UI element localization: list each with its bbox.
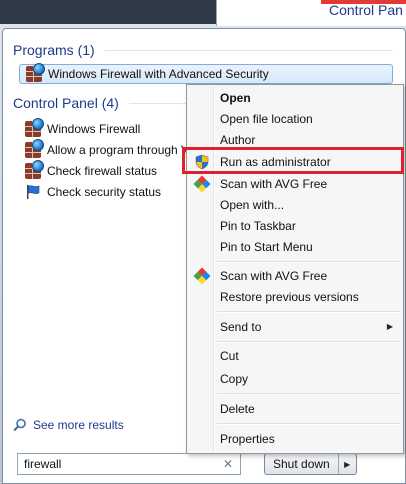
programs-header-divider (104, 49, 393, 51)
menu-separator (217, 311, 401, 312)
menu-item-open-with[interactable]: Open with... (189, 194, 401, 215)
context-menu: Open Open file location Author Run as ad… (186, 84, 404, 454)
firewall-icon (25, 118, 44, 137)
shutdown-control: Shut down ▶ (264, 453, 357, 475)
see-more-results-link[interactable]: See more results (13, 418, 124, 432)
menu-separator (217, 393, 401, 394)
menu-item-label: Pin to Start Menu (220, 239, 313, 254)
menu-item-scan-avg-2[interactable]: Scan with AVG Free (189, 265, 401, 286)
menu-item-label: Restore previous versions (220, 289, 359, 304)
submenu-arrow-icon: ▶ (386, 322, 393, 331)
control-panel-header-label[interactable]: Control Panel (4) (13, 95, 119, 111)
search-input[interactable] (24, 457, 222, 471)
menu-item-label: Properties (220, 431, 275, 446)
menu-item-copy[interactable]: Copy (189, 368, 401, 389)
menu-separator (217, 423, 401, 424)
flag-icon (25, 184, 41, 200)
desktop-background (0, 0, 216, 24)
menu-item-label: Open file location (220, 111, 313, 126)
firewall-icon (25, 139, 44, 158)
background-window-title: Control Pan (329, 2, 403, 18)
result-label: Windows Firewall with Advanced Security (48, 67, 269, 81)
result-label: Check security status (47, 185, 162, 199)
menu-item-send-to[interactable]: Send to ▶ (189, 316, 401, 337)
menu-item-label: Open (220, 90, 251, 105)
menu-item-restore-previous-versions[interactable]: Restore previous versions (189, 286, 401, 307)
see-more-results-label: See more results (33, 418, 124, 432)
menu-item-properties[interactable]: Properties (189, 428, 401, 449)
programs-header: Programs (1) (13, 42, 393, 58)
search-box[interactable]: ✕ (17, 453, 241, 475)
menu-item-delete[interactable]: Delete (189, 398, 401, 419)
menu-item-label: Open with... (220, 197, 285, 212)
shutdown-options-arrow-icon[interactable]: ▶ (337, 454, 356, 474)
menu-item-scan-avg[interactable]: Scan with AVG Free (189, 173, 401, 194)
menu-item-label: Author (220, 132, 256, 147)
avg-icon (193, 267, 211, 285)
menu-separator (217, 341, 401, 342)
menu-item-label: Pin to Taskbar (220, 218, 296, 233)
programs-header-label[interactable]: Programs (1) (13, 42, 95, 58)
menu-item-label: Copy (220, 371, 249, 386)
run-as-administrator-highlight (182, 147, 404, 174)
result-label: Check firewall status (47, 164, 158, 178)
menu-item-pin-to-start-menu[interactable]: Pin to Start Menu (189, 236, 401, 257)
menu-item-label: Delete (220, 401, 255, 416)
avg-icon (193, 175, 211, 193)
firewall-icon (25, 160, 44, 179)
menu-item-open[interactable]: Open (189, 87, 401, 108)
shutdown-button[interactable]: Shut down (265, 454, 338, 474)
firewall-icon (26, 63, 45, 82)
menu-separator (217, 261, 401, 262)
menu-item-label: Cut (220, 348, 239, 363)
result-label: Windows Firewall (47, 122, 141, 136)
menu-item-label: Scan with AVG Free (220, 176, 328, 191)
menu-item-label: Scan with AVG Free (220, 268, 328, 283)
program-result-firewall-advanced[interactable]: Windows Firewall with Advanced Security (19, 63, 393, 84)
background-window: Control Pan (216, 0, 406, 26)
magnifier-icon (13, 418, 26, 432)
menu-item-cut[interactable]: Cut (189, 345, 401, 366)
menu-item-label: Send to (220, 319, 262, 334)
menu-item-pin-to-taskbar[interactable]: Pin to Taskbar (189, 215, 401, 236)
menu-item-open-file-location[interactable]: Open file location (189, 108, 401, 129)
clear-search-icon[interactable]: ✕ (222, 457, 234, 471)
